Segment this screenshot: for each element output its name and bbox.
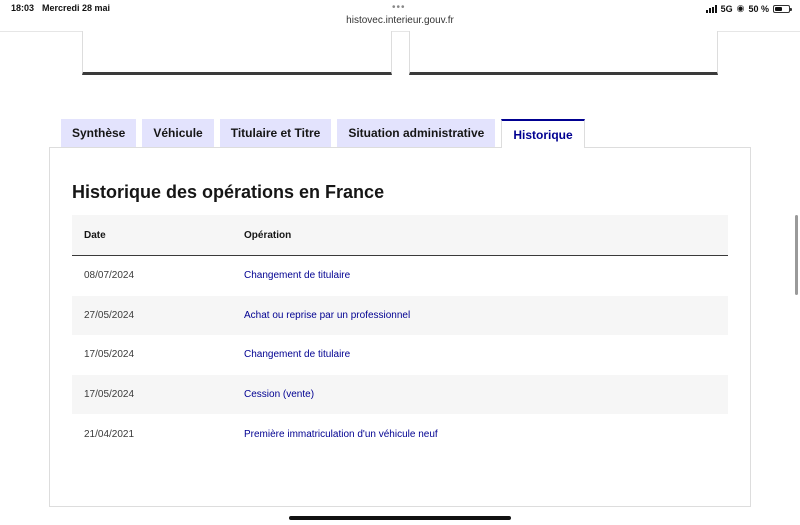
multitasking-dots-icon[interactable]: ••• bbox=[392, 2, 406, 13]
home-indicator[interactable] bbox=[289, 516, 511, 520]
table-header: Date Opération bbox=[72, 215, 728, 256]
tab-titulaire-et-titre[interactable]: Titulaire et Titre bbox=[219, 119, 332, 147]
address-bar-url[interactable]: histovec.interieur.gouv.fr bbox=[0, 15, 800, 26]
info-card-left bbox=[82, 31, 392, 75]
row-date: 08/07/2024 bbox=[84, 270, 135, 282]
status-time: 18:03 bbox=[11, 3, 35, 13]
row-operation: Première immatriculation d'un véhicule n… bbox=[244, 428, 438, 440]
row-operation: Changement de titulaire bbox=[244, 270, 351, 282]
location-icon: ◉ bbox=[736, 3, 745, 13]
info-card-right bbox=[409, 31, 718, 75]
battery-label: 50 % bbox=[748, 3, 769, 14]
tab-list: Synthèse Véhicule Titulaire et Titre Sit… bbox=[61, 119, 585, 148]
status-indicators: 5G ◉ 50 % bbox=[705, 3, 792, 14]
tab-situation-administrative[interactable]: Situation administrative bbox=[337, 119, 496, 147]
table-row: 17/05/2024 Cession (vente) bbox=[72, 374, 728, 415]
status-bar: 18:03 Mercredi 28 mai ••• histovec.inter… bbox=[0, 0, 800, 32]
column-header-operation: Opération bbox=[244, 229, 292, 241]
battery-icon bbox=[773, 4, 792, 13]
row-operation: Cession (vente) bbox=[244, 389, 315, 401]
status-date: Mercredi 28 mai bbox=[42, 3, 111, 13]
page-title: Historique des opérations en France bbox=[72, 182, 385, 202]
tab-synthese[interactable]: Synthèse bbox=[61, 119, 137, 147]
table-row: 27/05/2024 Achat ou reprise par un profe… bbox=[72, 295, 728, 336]
table-row: 08/07/2024 Changement de titulaire bbox=[72, 256, 728, 296]
tab-historique[interactable]: Historique bbox=[501, 119, 585, 148]
row-date: 17/05/2024 bbox=[84, 349, 135, 361]
operations-table: Date Opération 08/07/2024 Changement de … bbox=[72, 215, 728, 454]
row-date: 21/04/2021 bbox=[84, 428, 135, 440]
row-operation: Changement de titulaire bbox=[244, 349, 351, 361]
page-scrollbar[interactable] bbox=[795, 215, 798, 295]
table-row: 17/05/2024 Changement de titulaire bbox=[72, 335, 728, 375]
row-date: 17/05/2024 bbox=[84, 389, 135, 401]
network-label: 5G bbox=[720, 3, 733, 14]
row-date: 27/05/2024 bbox=[84, 309, 135, 321]
signal-icon bbox=[705, 4, 717, 13]
tab-vehicule[interactable]: Véhicule bbox=[142, 119, 214, 147]
row-operation: Achat ou reprise par un professionnel bbox=[244, 309, 411, 321]
table-row: 21/04/2021 Première immatriculation d'un… bbox=[72, 414, 728, 454]
column-header-date: Date bbox=[84, 229, 106, 241]
